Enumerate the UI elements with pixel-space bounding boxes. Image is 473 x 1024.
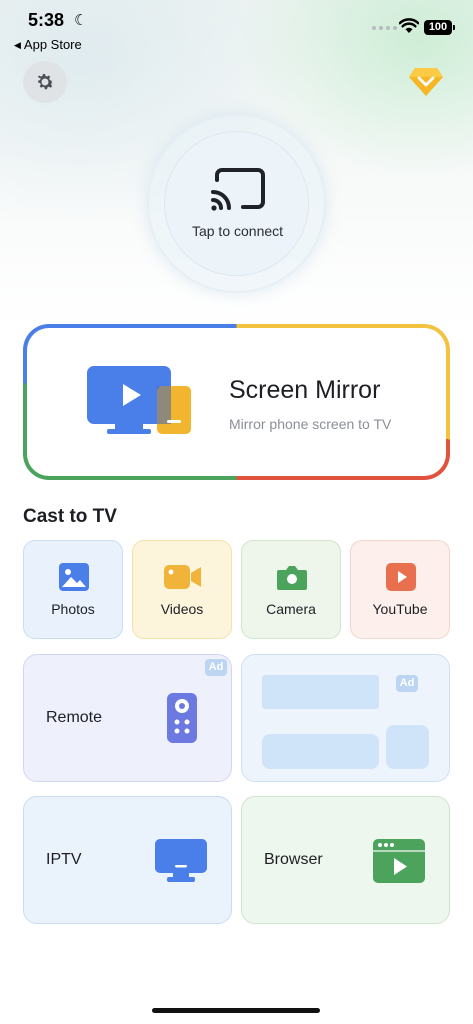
status-bar: 5:38 ☾ ◀ App Store 100 (0, 0, 473, 58)
back-triangle-icon: ◀ (14, 40, 21, 50)
browser-tile[interactable]: Browser (241, 796, 450, 924)
tap-to-connect-button[interactable]: Tap to connect (164, 131, 309, 276)
battery-indicator: 100 (424, 20, 455, 35)
photos-tile[interactable]: Photos (23, 540, 123, 639)
gear-icon (37, 74, 54, 90)
iptv-tile[interactable]: IPTV (23, 796, 232, 924)
ad-placeholder-block (262, 734, 379, 769)
browser-icon (373, 839, 425, 883)
browser-label: Browser (264, 851, 323, 868)
home-indicator[interactable] (152, 1008, 320, 1013)
remote-label: Remote (46, 709, 103, 726)
back-to-app-store[interactable]: ◀ App Store (14, 37, 82, 52)
ad-badge: Ad (396, 675, 418, 692)
connect-label: Tap to connect (191, 223, 284, 239)
remote-tile[interactable]: Ad Remote (23, 654, 232, 782)
status-time: 5:38 (28, 10, 65, 30)
cast-to-tv-heading: Cast to TV (23, 506, 117, 527)
premium-diamond-icon[interactable] (408, 64, 444, 98)
camera-icon (277, 566, 307, 590)
screen-mirror-illustration-icon (87, 366, 191, 434)
camera-tile[interactable]: Camera (241, 540, 341, 639)
ad-placeholder-bar (262, 675, 379, 709)
ad-badge: Ad (205, 659, 227, 676)
iptv-label: IPTV (46, 851, 82, 868)
moon-icon: ☾ (74, 12, 88, 29)
photos-label: Photos (51, 601, 95, 617)
tv-icon (155, 839, 207, 882)
screen-mirror-title: Screen Mirror (229, 376, 381, 404)
youtube-tile[interactable]: YouTube (350, 540, 450, 639)
videos-tile[interactable]: Videos (132, 540, 232, 639)
play-icon (386, 563, 416, 591)
videos-label: Videos (160, 601, 204, 617)
screen-mirror-subtitle: Mirror phone screen to TV (229, 416, 392, 432)
ad-placeholder-tile[interactable]: Ad (241, 654, 450, 782)
wifi-icon (399, 18, 419, 33)
remote-control-icon (167, 693, 197, 743)
screen-mirror-card[interactable]: Screen Mirror Mirror phone screen to TV (23, 324, 450, 480)
ad-placeholder-square (386, 725, 429, 769)
camera-label: Camera (266, 601, 316, 617)
video-camera-icon (164, 565, 201, 589)
photos-icon (59, 563, 89, 591)
youtube-label: YouTube (372, 601, 428, 617)
back-app-label: App Store (23, 37, 82, 52)
cellular-signal-icon (372, 26, 397, 30)
cast-icon (211, 168, 265, 211)
settings-button[interactable] (23, 61, 67, 103)
